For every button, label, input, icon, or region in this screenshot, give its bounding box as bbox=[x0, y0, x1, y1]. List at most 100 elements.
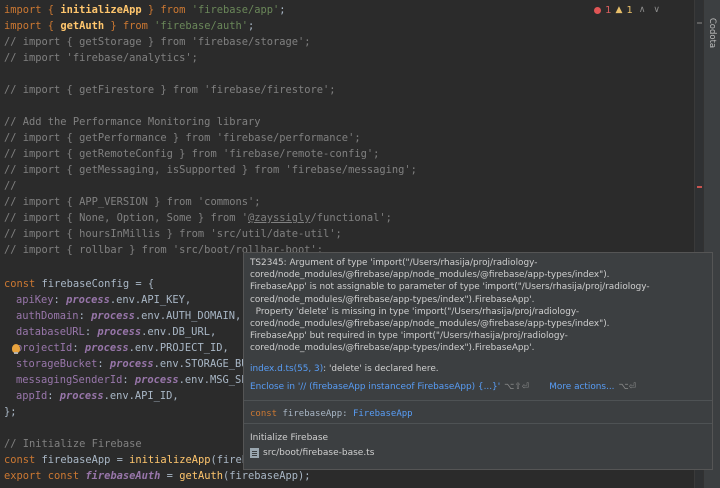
code-token: process bbox=[59, 390, 104, 402]
code-token: // bbox=[4, 180, 17, 192]
warning-count: 1 bbox=[626, 4, 633, 16]
code-token: import { bbox=[4, 4, 61, 16]
code-token: // import { hoursInMillis } from 'src/ut… bbox=[4, 228, 342, 240]
code-line[interactable]: import { initializeApp } from 'firebase/… bbox=[4, 2, 286, 18]
code-token: storageBucket bbox=[16, 358, 98, 370]
code-line[interactable]: databaseURL: process.env.DB_URL, bbox=[16, 324, 216, 340]
code-line[interactable]: export const firebaseAuth = getAuth(fire… bbox=[4, 468, 311, 484]
code-token: export const bbox=[4, 470, 86, 482]
code-token: const bbox=[4, 454, 42, 466]
code-token: databaseURL bbox=[16, 326, 85, 338]
code-token: // import { getRemoteConfig } from 'fire… bbox=[4, 148, 380, 160]
code-line[interactable]: // import { hoursInMillis } from 'src/ut… bbox=[4, 226, 342, 242]
declaration-note: index.d.ts(55, 3): 'delete' is declared … bbox=[244, 355, 712, 375]
code-token: firebaseConfig bbox=[41, 278, 130, 290]
code-token: 'firebase/auth' bbox=[154, 20, 248, 32]
code-token: // Add the Performance Monitoring librar… bbox=[4, 116, 261, 128]
code-token: apiKey bbox=[16, 294, 54, 306]
error-icon bbox=[594, 6, 602, 14]
shortcut-hint: ⌥⏎ bbox=[618, 381, 637, 392]
code-token: // import 'firebase/analytics'; bbox=[4, 52, 198, 64]
code-line[interactable]: apiKey: process.env.API_KEY, bbox=[16, 292, 191, 308]
code-token: import { bbox=[4, 20, 61, 32]
code-line[interactable]: import { getAuth } from 'firebase/auth'; bbox=[4, 18, 254, 34]
shortcut-hint: ⌥⇧⏎ bbox=[504, 381, 530, 392]
code-token: getAuth bbox=[60, 20, 105, 32]
signature-keyword: const bbox=[250, 409, 283, 419]
code-line[interactable]: appId: process.env.API_ID, bbox=[16, 388, 179, 404]
warning-icon: ▲ bbox=[615, 5, 623, 15]
next-problem-button[interactable]: ∨ bbox=[651, 5, 662, 15]
previous-problem-button[interactable]: ∧ bbox=[637, 5, 648, 15]
code-token: // import { getStorage } from 'firebase/… bbox=[4, 36, 311, 48]
code-token: : bbox=[53, 294, 67, 306]
signature-name: firebaseApp bbox=[282, 409, 343, 419]
gutter-error-marker[interactable] bbox=[697, 186, 702, 188]
code-token: firebaseAuth bbox=[85, 470, 161, 482]
code-line[interactable]: authDomain: process.env.AUTH_DOMAIN, bbox=[16, 308, 241, 324]
code-token: = bbox=[160, 470, 180, 482]
quick-fix-actions: Enclose in '// (firebaseApp instanceof F… bbox=[244, 375, 712, 393]
inspection-widget[interactable]: 1 ▲ 1 ∧ ∨ bbox=[594, 2, 662, 18]
code-line[interactable]: // import { getMessaging, isSupported } … bbox=[4, 162, 417, 178]
code-token: = bbox=[110, 454, 130, 466]
code-line[interactable]: // Initialize Firebase bbox=[4, 436, 142, 452]
code-line[interactable]: storageBucket: process.env.STORAGE_BUCKE… bbox=[16, 356, 279, 372]
file-icon bbox=[250, 448, 259, 458]
code-token: process bbox=[97, 326, 142, 338]
code-line[interactable]: // import { None, Option, Some } from '@… bbox=[4, 210, 392, 226]
code-token: .env.DB_URL, bbox=[141, 326, 217, 338]
code-line[interactable]: // Add the Performance Monitoring librar… bbox=[4, 114, 260, 130]
tool-window-tab-codota[interactable]: Codota bbox=[704, 8, 720, 58]
code-token: @zayssigly bbox=[247, 212, 311, 224]
signature-type-link[interactable]: FirebaseApp bbox=[353, 409, 413, 419]
code-token: : bbox=[97, 358, 110, 370]
code-token: .env.AUTH_DOMAIN, bbox=[134, 310, 242, 322]
code-token: getAuth bbox=[179, 470, 223, 482]
code-token: projectId bbox=[16, 342, 73, 354]
code-line[interactable]: projectId: process.env.PROJECT_ID, bbox=[16, 340, 229, 356]
code-line[interactable]: // import { APP_VERSION } from 'commons'… bbox=[4, 194, 260, 210]
code-token: (firebaseApp); bbox=[222, 470, 311, 482]
error-count: 1 bbox=[605, 4, 612, 16]
code-line[interactable]: // import 'firebase/analytics'; bbox=[4, 50, 198, 66]
code-line[interactable]: // import { getPerformance } from 'fireb… bbox=[4, 130, 361, 146]
code-token: } from bbox=[104, 20, 155, 32]
signature-separator: : bbox=[342, 409, 353, 419]
source-file-path: src/boot/firebase-base.ts bbox=[263, 448, 375, 458]
code-token: // import { None, Option, Some } from ' bbox=[4, 212, 248, 224]
code-token: 'firebase/app' bbox=[191, 4, 280, 16]
code-token: // import { getPerformance } from 'fireb… bbox=[4, 132, 361, 144]
code-line[interactable]: // import { getStorage } from 'firebase/… bbox=[4, 34, 311, 50]
code-token: process bbox=[84, 342, 129, 354]
tool-window-label: Codota bbox=[707, 17, 718, 49]
code-token: firebaseApp bbox=[41, 454, 111, 466]
code-token: process bbox=[66, 294, 110, 306]
code-token: process bbox=[109, 358, 154, 370]
quick-fix-enclose-link[interactable]: Enclose in '// (firebaseApp instanceof F… bbox=[250, 381, 500, 393]
code-token: }; bbox=[4, 406, 17, 418]
code-line[interactable]: // import { getFirestore } from 'firebas… bbox=[4, 82, 336, 98]
code-line[interactable]: // bbox=[4, 178, 17, 194]
error-message: TS2345: Argument of type 'import("/Users… bbox=[250, 258, 650, 354]
code-line[interactable]: const firebaseConfig = { bbox=[4, 276, 154, 292]
more-actions-link[interactable]: More actions... bbox=[549, 381, 614, 393]
code-token: ; bbox=[279, 4, 286, 16]
code-line[interactable]: }; bbox=[4, 404, 17, 420]
code-token: } from bbox=[141, 4, 192, 16]
gutter-marker[interactable] bbox=[697, 22, 702, 24]
code-token: // Initialize Firebase bbox=[4, 438, 142, 450]
code-token: .env.API_KEY, bbox=[109, 294, 192, 306]
symbol-signature: const firebaseApp: FirebaseApp bbox=[250, 409, 413, 419]
code-token: .env.API_ID, bbox=[103, 390, 179, 402]
code-token: : bbox=[47, 390, 60, 402]
code-token: messagingSenderId bbox=[16, 374, 123, 386]
error-tooltip-popup[interactable]: TS2345: Argument of type 'import("/Users… bbox=[243, 252, 713, 470]
lightbulb-icon[interactable] bbox=[12, 344, 20, 354]
code-line[interactable]: // import { getRemoteConfig } from 'fire… bbox=[4, 146, 379, 162]
code-token: = { bbox=[129, 278, 155, 290]
source-file-row[interactable]: src/boot/firebase-base.ts bbox=[250, 448, 374, 458]
code-token: /functional'; bbox=[310, 212, 392, 224]
code-token: : bbox=[122, 374, 135, 386]
declaration-link[interactable]: index.d.ts(55, 3) bbox=[250, 364, 323, 374]
